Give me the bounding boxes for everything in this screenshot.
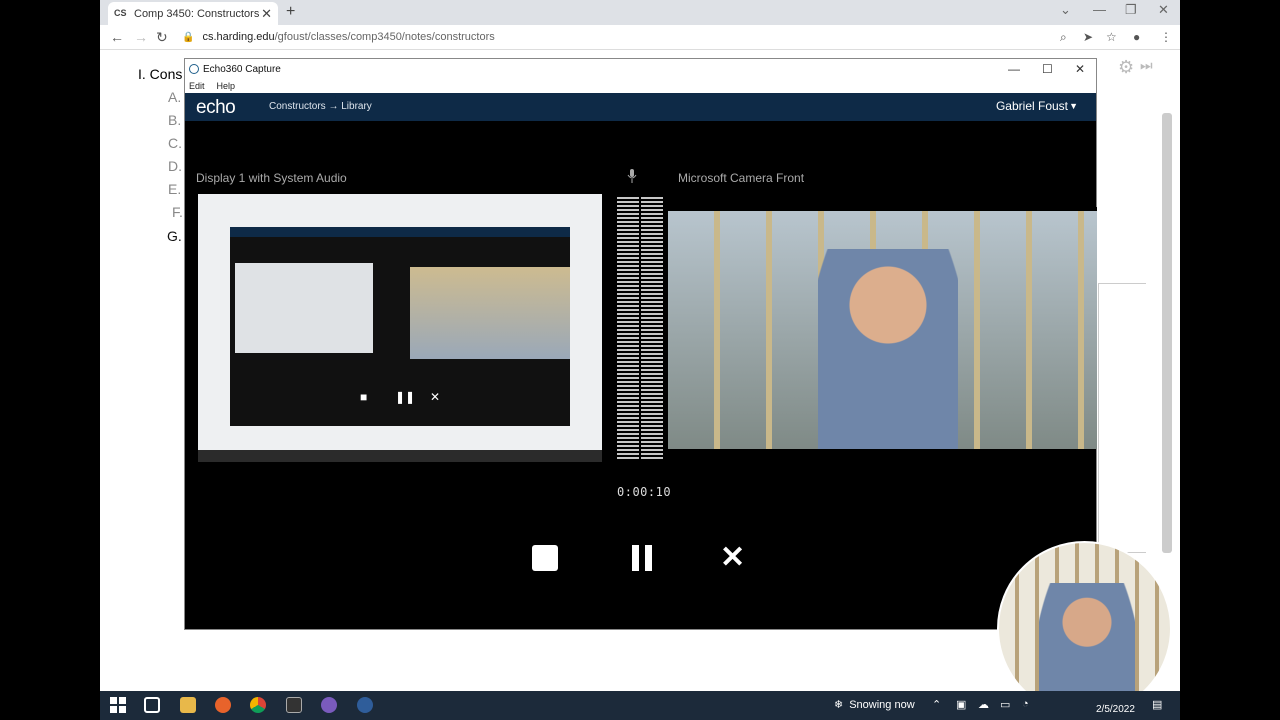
chrome-icon[interactable] [250, 697, 266, 713]
display-preview: ■ ❚❚ ✕ [198, 194, 602, 462]
forward-icon[interactable]: → [134, 29, 148, 45]
back-icon[interactable]: ← [110, 29, 124, 45]
weather-text: Snowing now [849, 698, 915, 711]
bookmark-star-icon[interactable]: ☆ [1106, 30, 1117, 44]
chevron-up-icon[interactable]: ⌃ [932, 698, 941, 711]
lock-icon: 🔒 [182, 31, 195, 43]
file-explorer-icon[interactable] [180, 697, 196, 713]
scrollbar[interactable] [1162, 113, 1172, 553]
windows-start-icon[interactable] [110, 697, 126, 713]
eclipse-icon[interactable] [321, 697, 337, 713]
echo-header: echo Constructors → Library Gabriel Fous… [185, 93, 1096, 121]
outline-item-c: C. [168, 135, 182, 151]
outline-item-a: A. [168, 89, 182, 105]
breadcrumb[interactable]: Constructors → Library [269, 101, 372, 112]
weather-widget[interactable]: ❄ Snowing now [834, 698, 915, 712]
echo-minimize-icon[interactable]: — [1008, 62, 1020, 76]
outline-item-d: D. [168, 158, 182, 174]
outline-item-b: B. [168, 112, 182, 128]
firefox-icon[interactable] [215, 697, 231, 713]
audio-meter-divider [639, 197, 641, 461]
new-tab-icon[interactable]: + [286, 3, 295, 21]
nested-taskbar [198, 450, 602, 462]
display-source-label: Display 1 with System Audio [196, 171, 347, 185]
network-icon[interactable]: ▣ [956, 698, 966, 711]
cancel-button[interactable]: ✕ [720, 543, 745, 573]
echo360-recorder-icon[interactable] [357, 697, 373, 713]
webcam-overlay [997, 541, 1172, 716]
skip-forward-icon[interactable]: ⏭ [1140, 57, 1153, 74]
battery-icon[interactable]: ▭ [1000, 698, 1010, 711]
doc-panel [1098, 283, 1146, 553]
settings-gear-icon[interactable]: ⚙ [1118, 57, 1134, 78]
wifi-icon[interactable]: ◔ [1022, 698, 1029, 710]
menu-help[interactable]: Help [217, 81, 236, 91]
chevron-down-icon[interactable]: ▼ [1069, 101, 1078, 111]
camera-preview [668, 207, 1097, 449]
task-view-icon[interactable] [144, 697, 160, 713]
nested-header [230, 227, 570, 237]
nested-display-preview [235, 263, 373, 353]
user-name[interactable]: Gabriel Foust [996, 99, 1068, 113]
profile-icon[interactable]: ● [1133, 30, 1140, 44]
cloud-icon[interactable]: ☁ [978, 698, 989, 711]
echo-menubar: Edit Help [185, 79, 1096, 93]
snowflake-icon: ❄ [834, 699, 844, 711]
taskbar-date: 2/5/2022 [1096, 704, 1135, 715]
notifications-icon[interactable]: ▤ [1152, 698, 1162, 711]
nested-camera-preview [410, 267, 570, 359]
tab-search-icon[interactable]: ⌄ [1060, 2, 1071, 18]
stop-button[interactable] [532, 545, 558, 571]
menu-edit[interactable]: Edit [189, 81, 205, 91]
url-path: /gfoust/classes/comp3450/notes/construct… [274, 31, 495, 43]
send-icon[interactable]: ➤ [1083, 30, 1093, 44]
outline-item-g: G. [167, 228, 182, 244]
nested-close-icon: ✕ [430, 390, 441, 404]
menu-icon[interactable]: ⋮ [1160, 30, 1172, 44]
microphone-icon [627, 169, 637, 183]
zoom-icon[interactable]: ⌕ [1060, 30, 1067, 45]
tab-strip: CS Comp 3450: Constructors and De ✕ + ⌄ … [100, 0, 1180, 25]
url-host: cs.harding.edu [202, 31, 275, 43]
pause-button[interactable] [630, 545, 654, 571]
minimize-icon[interactable]: — [1093, 2, 1106, 17]
tab-title: Comp 3450: Constructors and De [134, 7, 261, 20]
reload-icon[interactable]: ↻ [156, 29, 168, 46]
echo-app-icon [189, 64, 199, 74]
browser-tab[interactable]: CS Comp 3450: Constructors and De ✕ [108, 2, 278, 25]
echo-titlebar: Echo360 Capture — ☐ ✕ [185, 59, 1096, 79]
windows-taskbar: ❄ Snowing now ⌃ ▣ ☁ ▭ ◔ 2/5/2022 ▤ [100, 691, 1180, 720]
url-field[interactable]: 🔒 cs.harding.edu /gfoust/classes/comp345… [182, 27, 1062, 47]
echo-close-icon[interactable]: ✕ [1075, 62, 1085, 76]
nested-pause-icon: ❚❚ [395, 390, 416, 404]
tab-close-icon[interactable]: ✕ [261, 6, 272, 22]
echo-window-title: Echo360 Capture [203, 63, 281, 75]
camera-source-label: Microsoft Camera Front [678, 171, 805, 185]
outline-heading: I. Cons [138, 66, 183, 82]
echo360-window: Echo360 Capture — ☐ ✕ Edit Help echo Con… [184, 58, 1097, 630]
address-bar: ← → ↻ 🔒 cs.harding.edu /gfoust/classes/c… [100, 25, 1180, 50]
nested-capture-window: ■ ❚❚ ✕ [230, 227, 570, 426]
presenter-video [818, 249, 958, 449]
maximize-icon[interactable]: ❐ [1125, 2, 1137, 18]
favicon: CS [114, 7, 127, 18]
echo-maximize-icon[interactable]: ☐ [1042, 62, 1053, 76]
outline-item-f: F. [172, 204, 183, 220]
echo-logo: echo [196, 97, 236, 118]
recording-timer: 0:00:10 [617, 485, 672, 499]
outline-item-e: E. [168, 181, 182, 197]
close-window-icon[interactable]: ✕ [1158, 2, 1169, 18]
nested-stop-icon: ■ [360, 390, 368, 404]
terminal-icon[interactable] [286, 697, 302, 713]
